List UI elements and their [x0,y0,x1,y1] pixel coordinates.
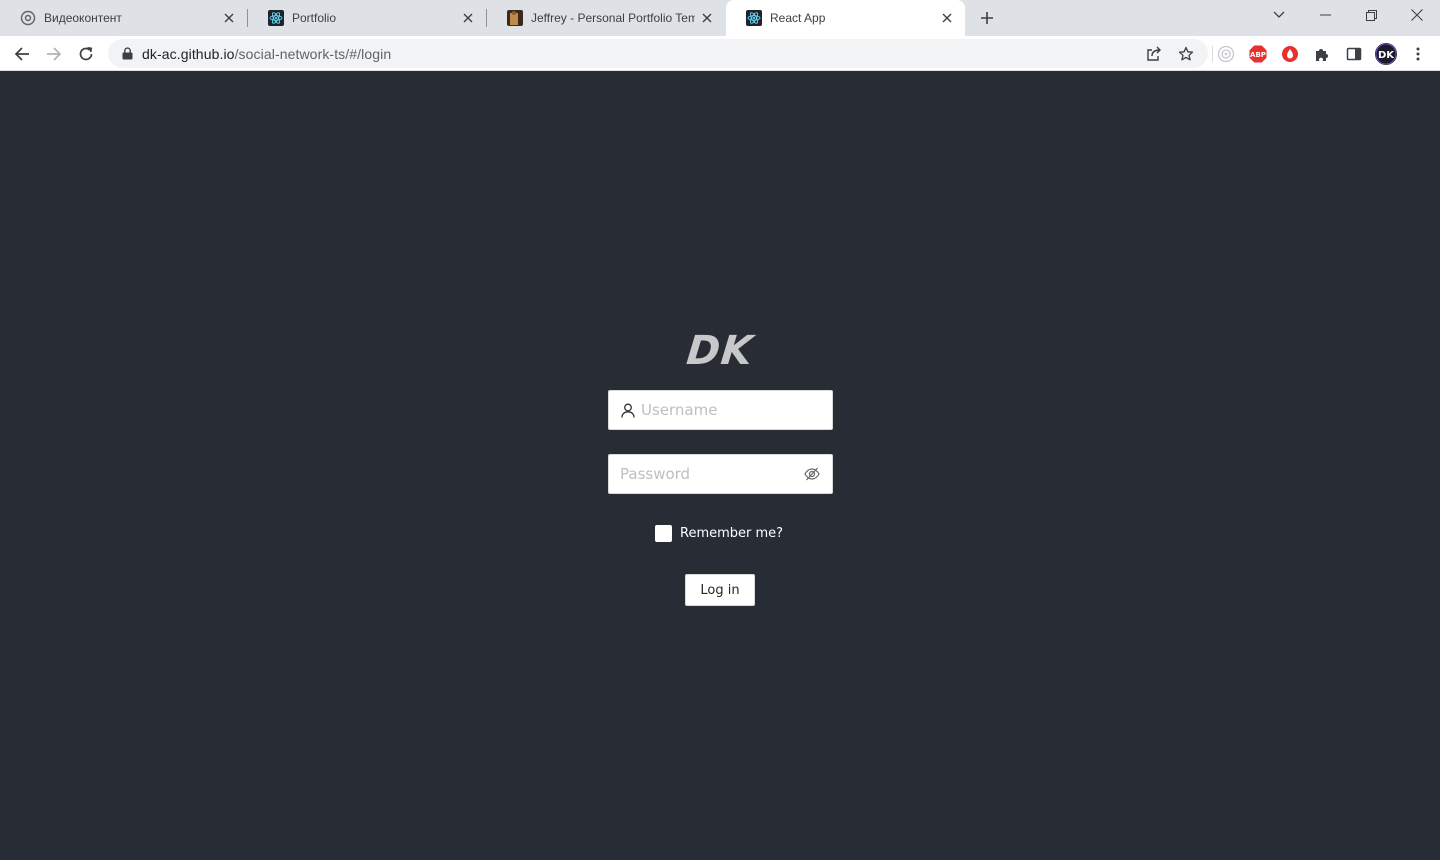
avatar-initials: DK [1378,50,1395,61]
circle-target-icon [1217,45,1235,63]
window-close-button[interactable] [1394,0,1440,30]
tab-title: React App [770,11,826,25]
share-button[interactable] [1144,44,1164,64]
tab-title: Видеоконтент [44,11,122,25]
restore-icon [1365,9,1377,21]
close-icon [1411,9,1423,21]
red-drop-extension[interactable] [1279,43,1301,65]
browser-toolbar: dk-ac.github.io/social-network-ts/#/logi… [0,36,1440,71]
close-icon[interactable] [939,10,955,26]
chevron-down-icon [1273,11,1285,18]
tab-strip: Видеоконтент Portfolio Jeffrey - Persona… [0,0,1440,36]
profile-avatar[interactable]: DK [1375,43,1397,65]
lock-icon[interactable] [120,46,134,60]
extensions-button[interactable] [1311,43,1333,65]
username-input[interactable] [641,401,821,419]
browser-menu-button[interactable] [1407,43,1429,65]
plus-icon [981,12,993,24]
minimize-button[interactable] [1302,0,1348,30]
remember-me[interactable]: Remember me? [655,525,783,542]
circle-target-extension[interactable] [1215,43,1237,65]
tab-title: Portfolio [292,11,337,25]
tab-title: Jeffrey - Personal Portfolio Templ [531,11,695,25]
photo-thumbnail-icon [507,10,523,26]
url-host: dk-ac.github.io [142,46,235,62]
eye-invisible-icon[interactable] [803,465,821,483]
password-field[interactable] [608,454,833,494]
avatar: DK [1375,43,1397,65]
url-text[interactable]: dk-ac.github.io/social-network-ts/#/logi… [142,46,391,62]
share-icon [1147,46,1161,61]
forward-button[interactable] [40,40,68,68]
remember-checkbox[interactable] [655,525,672,542]
react-icon [268,10,284,26]
red-drop-icon [1282,46,1298,62]
tab-react-app[interactable]: React App [726,0,965,36]
reload-icon [79,46,93,61]
puzzle-icon [1316,49,1328,61]
login-button[interactable]: Log in [685,574,755,606]
bookmark-button[interactable] [1176,44,1196,64]
user-icon [620,402,636,418]
url-path: /social-network-ts/#/login [234,46,392,62]
toolbar-divider [1212,46,1213,62]
tab-search-button[interactable] [1256,0,1302,30]
react-icon [746,10,762,26]
tab-jeffrey-portfolio[interactable]: Jeffrey - Personal Portfolio Templ [487,0,725,36]
kebab-menu-icon [1416,47,1420,61]
restore-button[interactable] [1348,0,1394,30]
login-page: DK Remember me? Log in [0,72,1440,860]
arrow-right-icon [47,47,62,61]
arrow-left-icon [14,47,29,61]
reload-button[interactable] [72,40,100,68]
close-icon[interactable] [221,10,237,26]
close-icon[interactable] [460,10,476,26]
back-button[interactable] [8,40,36,68]
side-panel-button[interactable] [1343,43,1365,65]
adblock-icon: ABP [1249,45,1267,63]
adblock-extension[interactable]: ABP [1247,43,1269,65]
gear-badge-icon [20,10,36,26]
username-field[interactable] [608,390,833,430]
minimize-icon [1319,14,1331,16]
side-panel-icon [1346,47,1362,61]
remember-label: Remember me? [680,526,784,541]
close-icon[interactable] [699,10,715,26]
password-input[interactable] [620,465,803,483]
new-tab-button[interactable] [976,7,998,29]
address-bar[interactable]: dk-ac.github.io/social-network-ts/#/logi… [108,39,1208,68]
app-logo: DK [684,328,756,374]
tab-portfolio[interactable]: Portfolio [248,0,486,36]
star-icon [1178,46,1194,61]
tab-videocontent[interactable]: Видеоконтент [0,0,247,36]
svg-text:ABP: ABP [1250,51,1266,59]
